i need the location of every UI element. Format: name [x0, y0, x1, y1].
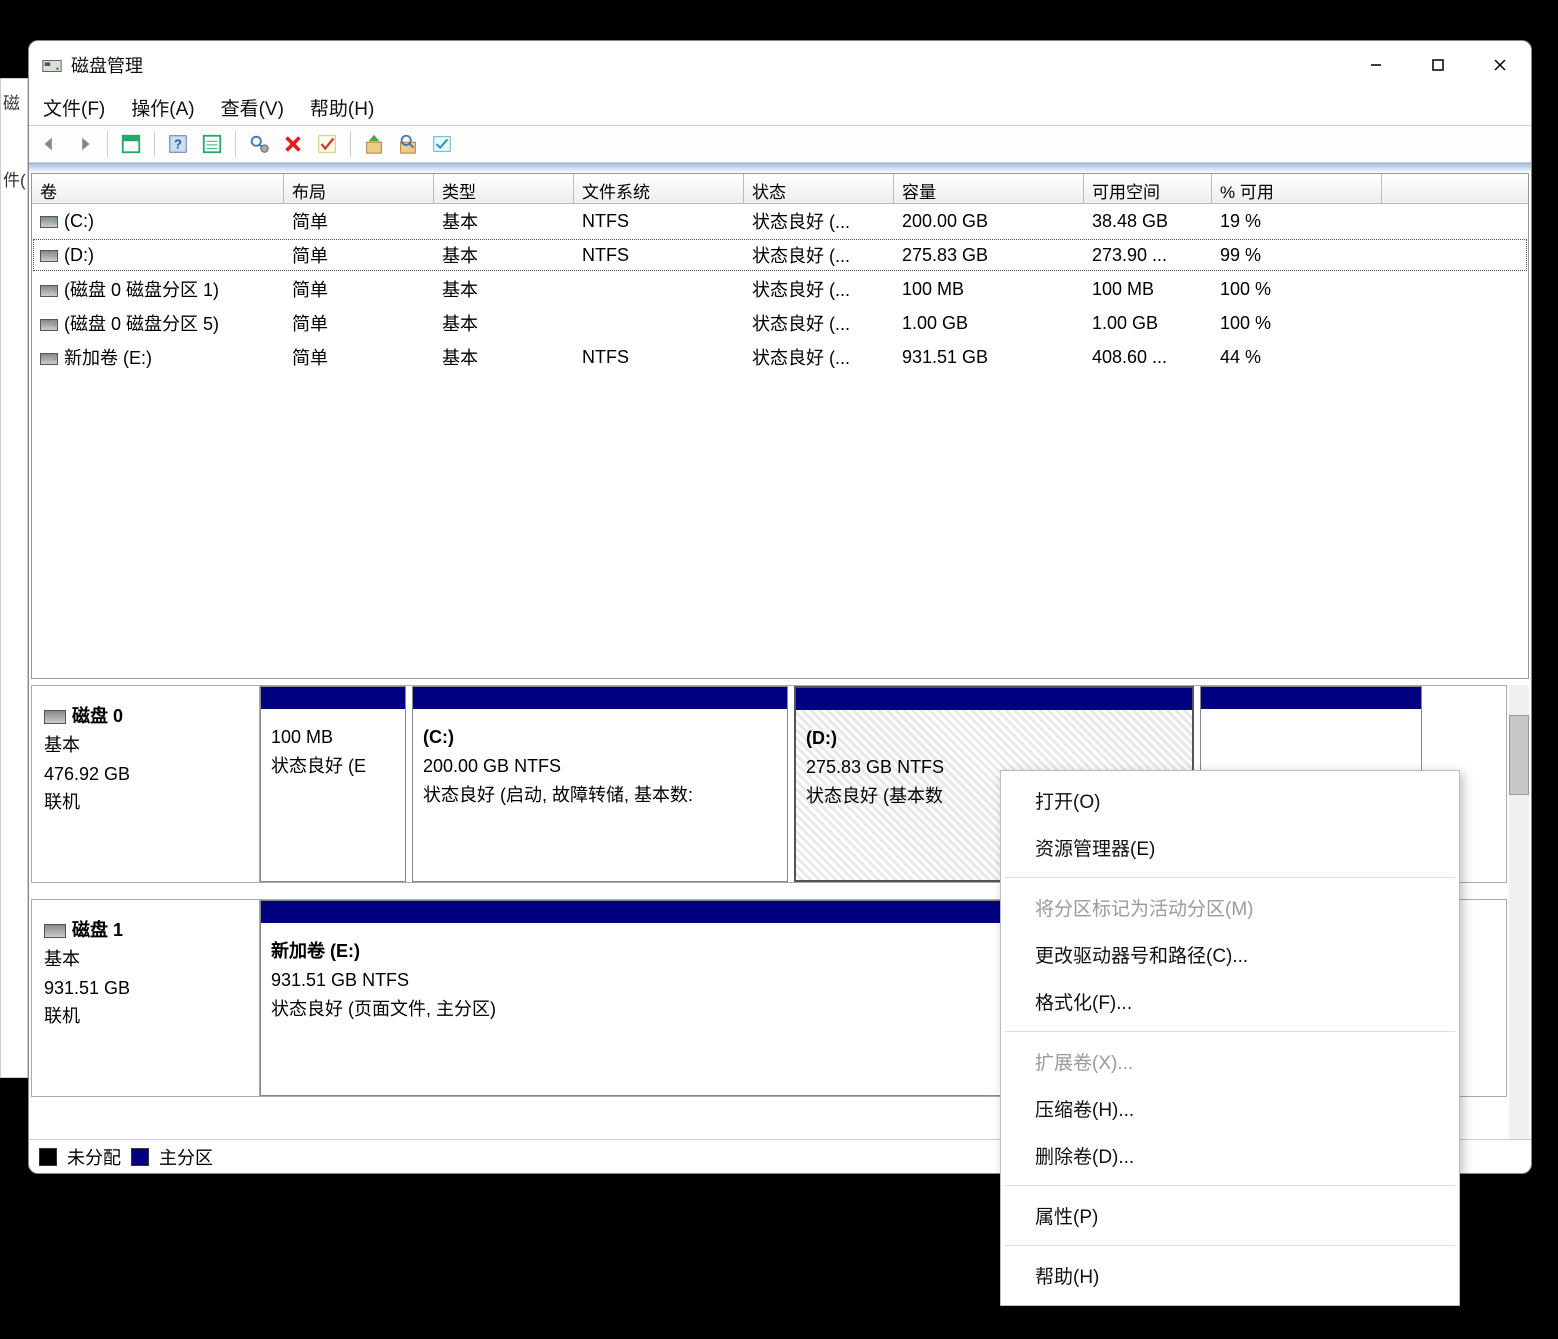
context-menu-separator — [1005, 1185, 1455, 1186]
scrollbar[interactable] — [1509, 685, 1529, 1139]
up-button[interactable] — [359, 129, 389, 159]
volume-row[interactable]: (磁盘 0 磁盘分区 5)简单基本状态良好 (...1.00 GB1.00 GB… — [32, 306, 1528, 340]
partition[interactable]: 100 MB状态良好 (E — [260, 686, 406, 882]
legend-swatch-unallocated — [39, 1148, 57, 1166]
col-filesystem[interactable]: 文件系统 — [574, 174, 744, 203]
volume-row[interactable]: (磁盘 0 磁盘分区 1)简单基本状态良好 (...100 MB100 MB10… — [32, 272, 1528, 306]
titlebar[interactable]: 磁盘管理 — [29, 41, 1531, 89]
context-menu-separator — [1005, 1031, 1455, 1032]
minimize-button[interactable] — [1345, 41, 1407, 89]
context-menu-item: 扩展卷(X)... — [1001, 1038, 1459, 1085]
legend-primary: 主分区 — [159, 1144, 213, 1170]
svg-text:?: ? — [174, 137, 182, 152]
col-capacity[interactable]: 容量 — [894, 174, 1084, 203]
window-title: 磁盘管理 — [71, 52, 143, 78]
col-status[interactable]: 状态 — [744, 174, 894, 203]
help-button[interactable]: ? — [163, 129, 193, 159]
list-button[interactable] — [197, 129, 227, 159]
drive-icon — [40, 319, 58, 331]
disk-info[interactable]: 磁盘 1基本931.51 GB联机 — [32, 900, 260, 1096]
options-button[interactable] — [427, 129, 457, 159]
legend-unallocated: 未分配 — [67, 1144, 121, 1170]
legend-swatch-primary — [131, 1148, 149, 1166]
partition[interactable]: (C:)200.00 GB NTFS状态良好 (启动, 故障转储, 基本数: — [412, 686, 788, 882]
context-menu-item[interactable]: 更改驱动器号和路径(C)... — [1001, 931, 1459, 978]
col-percent[interactable]: % 可用 — [1212, 174, 1382, 203]
background-window-fragment: 磁 件( — [0, 78, 28, 1078]
toolbar: ? — [29, 125, 1531, 163]
volume-list[interactable]: 卷 布局 类型 文件系统 状态 容量 可用空间 % 可用 (C:)简单基本NTF… — [31, 173, 1529, 679]
properties-button[interactable] — [116, 129, 146, 159]
drive-icon — [40, 285, 58, 297]
disk-icon — [44, 710, 66, 724]
forward-button[interactable] — [69, 129, 99, 159]
drive-icon — [40, 216, 58, 228]
context-menu-item[interactable]: 资源管理器(E) — [1001, 824, 1459, 871]
volume-row[interactable]: (C:)简单基本NTFS状态良好 (...200.00 GB38.48 GB19… — [32, 204, 1528, 238]
back-button[interactable] — [35, 129, 65, 159]
context-menu-separator — [1005, 1245, 1455, 1246]
col-free[interactable]: 可用空间 — [1084, 174, 1212, 203]
menu-help[interactable]: 帮助(H) — [310, 94, 374, 121]
context-menu-item[interactable]: 属性(P) — [1001, 1192, 1459, 1239]
context-menu-item[interactable]: 删除卷(D)... — [1001, 1132, 1459, 1179]
context-menu: 打开(O)资源管理器(E) 将分区标记为活动分区(M)更改驱动器号和路径(C)..… — [1000, 770, 1460, 1306]
content-gradient — [29, 163, 1531, 173]
volume-row[interactable]: 新加卷 (E:)简单基本NTFS状态良好 (...931.51 GB408.60… — [32, 340, 1528, 374]
volume-list-header[interactable]: 卷 布局 类型 文件系统 状态 容量 可用空间 % 可用 — [32, 174, 1528, 204]
drive-icon — [40, 250, 58, 262]
menu-action[interactable]: 操作(A) — [131, 94, 194, 121]
delete-button[interactable] — [278, 129, 308, 159]
context-menu-item[interactable]: 格式化(F)... — [1001, 978, 1459, 1025]
col-spacer — [1382, 174, 1528, 203]
context-menu-item[interactable]: 压缩卷(H)... — [1001, 1085, 1459, 1132]
volume-row[interactable]: (D:)简单基本NTFS状态良好 (...275.83 GB273.90 ...… — [32, 238, 1528, 272]
context-menu-item: 将分区标记为活动分区(M) — [1001, 884, 1459, 931]
context-menu-item[interactable]: 帮助(H) — [1001, 1252, 1459, 1299]
disk-info[interactable]: 磁盘 0基本476.92 GB联机 — [32, 686, 260, 882]
settings-button[interactable] — [244, 129, 274, 159]
maximize-button[interactable] — [1407, 41, 1469, 89]
check-button[interactable] — [312, 129, 342, 159]
menu-view[interactable]: 查看(V) — [221, 94, 284, 121]
search-button[interactable] — [393, 129, 423, 159]
disk-icon — [44, 924, 66, 938]
menu-file[interactable]: 文件(F) — [43, 94, 105, 121]
context-menu-item[interactable]: 打开(O) — [1001, 777, 1459, 824]
col-type[interactable]: 类型 — [434, 174, 574, 203]
close-button[interactable] — [1469, 41, 1531, 89]
col-layout[interactable]: 布局 — [284, 174, 434, 203]
app-icon — [41, 55, 61, 75]
drive-icon — [40, 353, 58, 365]
col-volume[interactable]: 卷 — [32, 174, 284, 203]
context-menu-separator — [1005, 877, 1455, 878]
menubar: 文件(F) 操作(A) 查看(V) 帮助(H) — [29, 89, 1531, 125]
